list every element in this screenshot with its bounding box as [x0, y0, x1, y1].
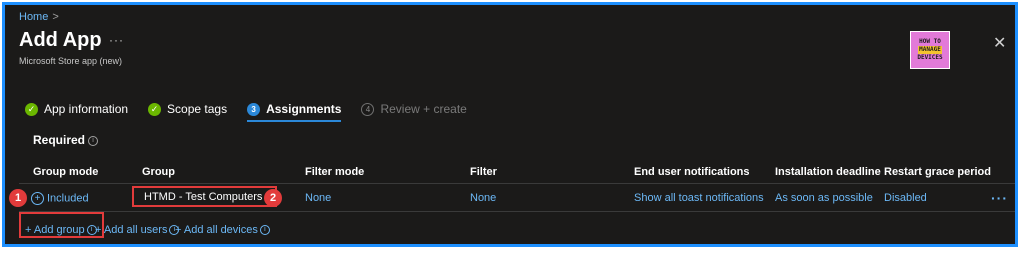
more-options-button[interactable]: ··· [109, 33, 124, 47]
htmd-logo: HOW TO MANAGE DEVICES [910, 31, 950, 69]
wizard-steps: ✓ App information ✓ Scope tags 3 Assignm… [25, 98, 487, 122]
info-icon[interactable]: i [88, 135, 99, 146]
group-cell[interactable]: HTMD - Test Computers [132, 186, 277, 207]
breadcrumb: Home > [19, 11, 59, 23]
breadcrumb-home-link[interactable]: Home [19, 11, 48, 23]
add-all-devices-label: + Add all devices [175, 224, 258, 236]
deadline-link[interactable]: As soon as possible [775, 192, 873, 204]
info-icon[interactable]: i [259, 225, 270, 236]
add-group-label: + Add group [25, 224, 85, 236]
page-title: Add App [19, 29, 102, 51]
tab-scope-tags[interactable]: ✓ Scope tags [148, 98, 227, 120]
add-all-users-link[interactable]: + Add all users i [95, 224, 180, 236]
logo-line-2: MANAGE [918, 46, 942, 54]
add-all-devices-link[interactable]: + Add all devices i [175, 224, 270, 236]
column-header-installation-deadline[interactable]: Installation deadline [775, 166, 881, 178]
table-row: + Included HTMD - Test Computers None Non… [5, 185, 1015, 211]
required-section-heading: Required i [33, 133, 99, 147]
tab-assignments[interactable]: 3 Assignments [247, 98, 342, 122]
breadcrumb-separator: > [52, 11, 59, 23]
grace-period-link[interactable]: Disabled [884, 192, 927, 204]
column-header-group-mode[interactable]: Group mode [33, 166, 98, 178]
assignments-table-header: Group mode Group Filter mode Filter End … [5, 166, 1015, 180]
header-divider [19, 183, 1015, 184]
logo-line-1: HOW TO [919, 38, 941, 45]
group-mode-value: Included [47, 192, 89, 205]
notifications-link[interactable]: Show all toast notifications [634, 192, 764, 204]
callout-badge-2: 2 [264, 189, 282, 207]
required-label: Required [33, 133, 86, 147]
assignment-actions: + Add group i + Add all users i + Add all … [5, 220, 1015, 238]
add-circle-icon: + [31, 192, 44, 205]
callout-badge-1: 1 [9, 189, 27, 207]
filter-link[interactable]: None [470, 192, 496, 204]
add-all-users-label: + Add all users [95, 224, 168, 236]
step-label: Assignments [266, 102, 342, 116]
group-mode-link[interactable]: + Included [31, 192, 89, 205]
check-icon: ✓ [25, 102, 38, 116]
column-header-filter[interactable]: Filter [470, 166, 497, 178]
logo-line-3: DEVICES [917, 54, 943, 61]
column-header-restart-grace-period[interactable]: Restart grace period [884, 166, 991, 178]
column-header-end-user-notifications[interactable]: End user notifications [634, 166, 750, 178]
step-label: Review + create [380, 102, 467, 116]
step-label: App information [44, 102, 129, 116]
row-more-options-button[interactable]: ··· [991, 190, 1008, 206]
step-number-icon: 3 [247, 102, 261, 116]
add-app-blade: Home > Add App ··· Microsoft Store app (n… [2, 2, 1018, 247]
close-icon[interactable]: ✕ [993, 33, 1006, 53]
column-header-filter-mode[interactable]: Filter mode [305, 166, 364, 178]
check-icon: ✓ [148, 102, 162, 116]
add-group-link[interactable]: + Add group i [25, 224, 97, 236]
page-subtitle: Microsoft Store app (new) [19, 56, 123, 66]
tab-app-information[interactable]: ✓ App information [25, 98, 128, 120]
tab-review-create[interactable]: 4 Review + create [361, 98, 467, 120]
column-header-group[interactable]: Group [142, 166, 175, 178]
step-number-icon: 4 [361, 102, 375, 116]
step-label: Scope tags [167, 102, 228, 116]
filter-mode-link[interactable]: None [305, 192, 331, 204]
row-divider [19, 211, 1015, 212]
